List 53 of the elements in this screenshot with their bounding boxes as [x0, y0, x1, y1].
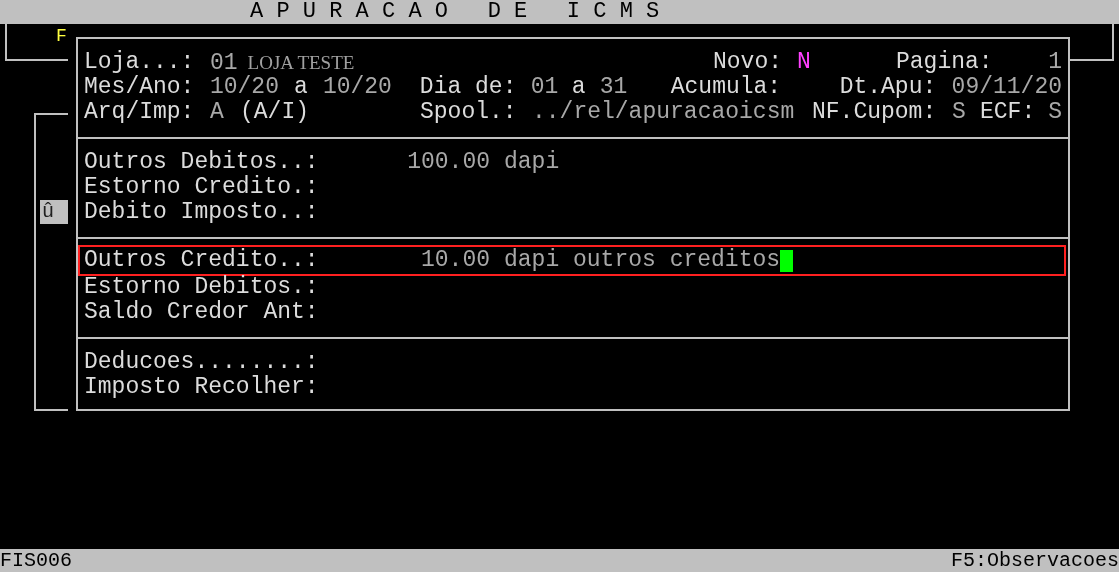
form-row[interactable]: Debito Imposto..: — [84, 200, 1066, 225]
field-label: Dia de: — [419, 75, 517, 100]
field-value: 01 — [530, 75, 559, 100]
field-value: dapi outros creditos — [504, 248, 781, 273]
field-value: N — [797, 50, 811, 75]
field-label: Debito Imposto..: — [84, 200, 319, 225]
field-label: Acumula: — [670, 75, 782, 100]
field-label: ECF: — [980, 100, 1036, 125]
form-row[interactable]: Imposto Recolher: — [84, 375, 1066, 400]
field-label: Dt.Apu: — [839, 75, 937, 100]
field-value: 01 — [210, 51, 238, 76]
field-value: 09/11/20 — [951, 75, 1062, 100]
field-value: S — [1048, 100, 1062, 125]
form-row[interactable]: Estorno Debitos.: — [84, 275, 1066, 300]
field-label: Estorno Debitos.: — [84, 275, 319, 300]
field-value: 10/20 — [322, 75, 392, 100]
field-label: Arq/Imp: — [84, 100, 195, 125]
form-row[interactable]: Outros Debitos..: 100.00 dapi — [84, 150, 1066, 175]
field-label: Outros Debitos..: — [84, 150, 319, 175]
screen-title: A P U R A C A O D E I C M S — [250, 0, 660, 24]
indicator-chip: û — [40, 200, 68, 224]
field-label: Mes/Ano: — [84, 75, 195, 100]
field-label: Estorno Credito.: — [84, 175, 319, 200]
field-label: Saldo Credor Ant: — [84, 300, 319, 325]
amount-value: 10.00 — [421, 248, 490, 273]
form-row[interactable]: Estorno Credito.: — [84, 175, 1066, 200]
field-value: 10/20 — [209, 75, 279, 100]
field-value: dapi — [504, 150, 560, 175]
field-label: Deducoes........: — [84, 350, 319, 375]
field-label: a — [293, 75, 308, 100]
field-label: Spool.: — [420, 100, 517, 125]
field-label: Outros Credito..: — [84, 248, 319, 273]
amount-value: 100.00 — [407, 150, 490, 175]
field-label: Pagina: — [896, 50, 993, 75]
field-value: S — [952, 100, 966, 125]
field-value: 1 — [1048, 50, 1062, 75]
text-cursor — [780, 249, 794, 272]
field-label: Novo: — [713, 50, 782, 75]
program-code: FIS006 — [0, 549, 72, 572]
field-label: NF.Cupom: — [812, 100, 937, 125]
indicator-letter: F — [56, 26, 67, 46]
form-row[interactable]: Deducoes........: — [84, 350, 1066, 375]
field-value: ../rel/apuracaoicsm — [532, 100, 795, 125]
field-label: Imposto Recolher: — [84, 375, 319, 400]
field-label: a — [571, 75, 586, 100]
form-row[interactable]: Outros Credito..: 10.00 dapi outros creditos — [78, 245, 1066, 276]
form-row[interactable]: Saldo Credor Ant: — [84, 300, 1066, 325]
function-key-hint: F5:Observacoes — [950, 549, 1119, 572]
field-value: 31 — [599, 75, 628, 100]
field-value: A — [210, 100, 224, 125]
store-name: LOJA TESTE — [247, 51, 355, 75]
field-hint: (A/I) — [240, 100, 309, 125]
field-label: Loja...: — [84, 50, 195, 75]
